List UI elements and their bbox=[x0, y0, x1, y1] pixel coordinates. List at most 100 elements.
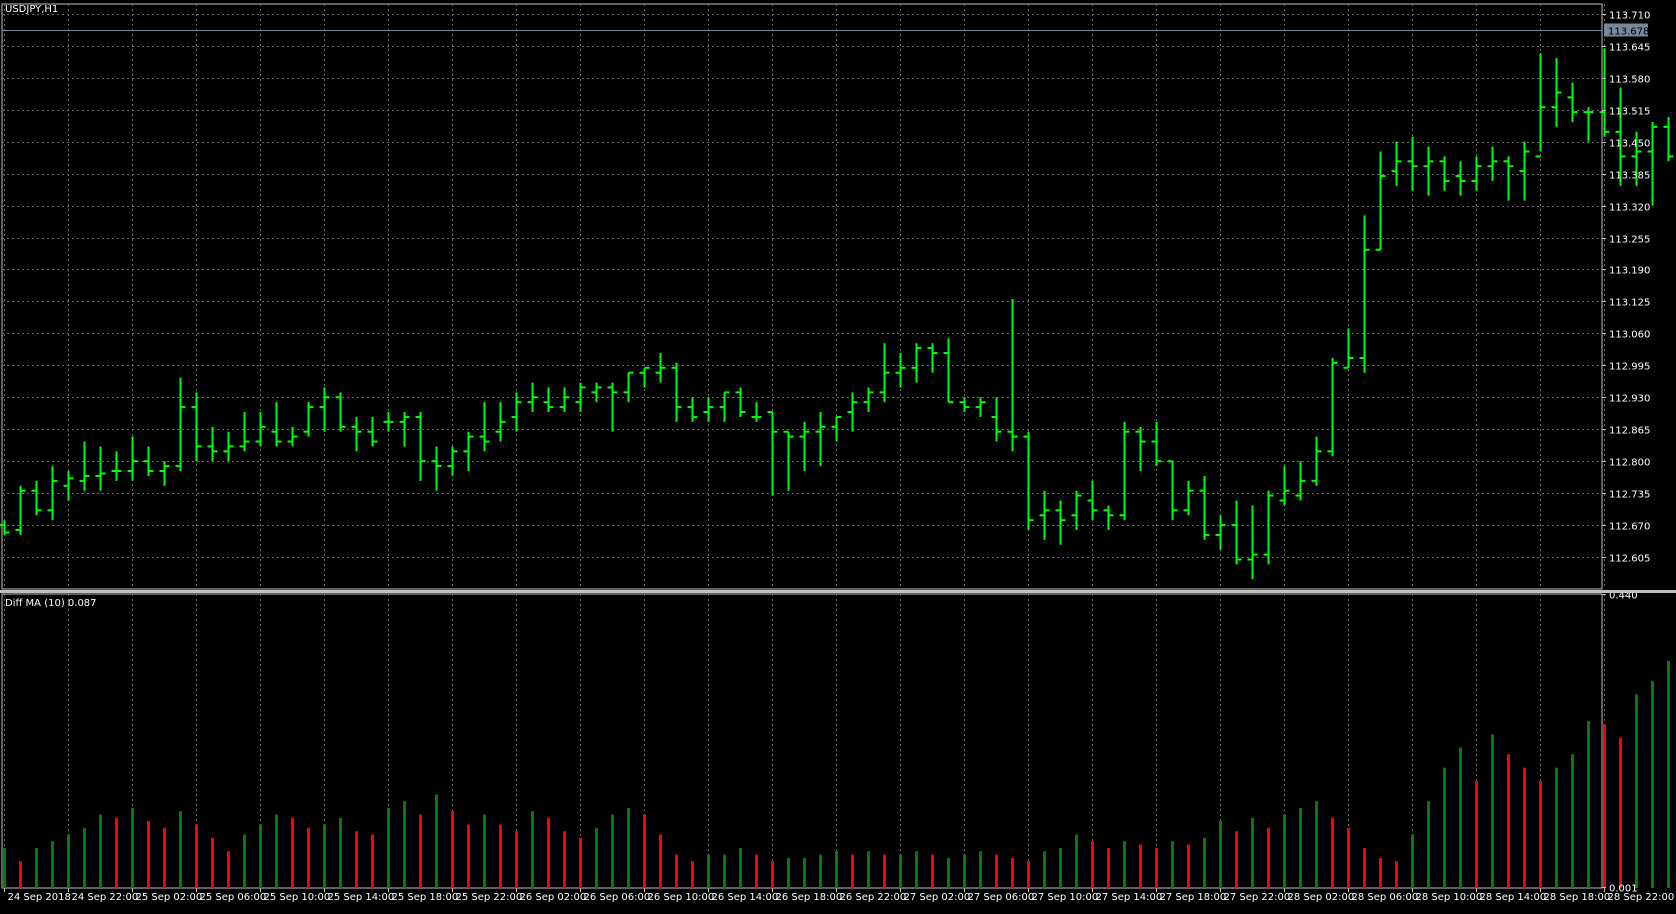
ohlc-bar[interactable] bbox=[336, 392, 346, 431]
ohlc-bar[interactable] bbox=[1200, 476, 1210, 540]
time-tick-label: 25 Sep 02:00 bbox=[136, 892, 203, 903]
ohlc-bar[interactable] bbox=[464, 432, 474, 471]
ohlc-bar[interactable] bbox=[1472, 156, 1482, 190]
ohlc-bar[interactable] bbox=[496, 402, 506, 441]
ohlc-bar[interactable] bbox=[368, 417, 378, 446]
price-tick-label: 113.450 bbox=[1609, 139, 1650, 150]
main-window-frame bbox=[2, 4, 1602, 589]
ohlc-bar[interactable] bbox=[704, 397, 714, 422]
chart-canvas[interactable]: 113.710113.645113.580113.515113.450113.3… bbox=[0, 0, 1676, 910]
ohlc-bar[interactable] bbox=[160, 461, 170, 486]
time-tick-label: 25 Sep 22:00 bbox=[456, 892, 523, 903]
ohlc-bar[interactable] bbox=[1488, 147, 1498, 181]
ohlc-bar[interactable] bbox=[1168, 461, 1178, 520]
ohlc-bar[interactable] bbox=[1344, 328, 1354, 367]
ohlc-bar[interactable] bbox=[1328, 358, 1338, 456]
ohlc-bar[interactable] bbox=[1440, 156, 1450, 190]
time-tick-label: 26 Sep 06:00 bbox=[584, 892, 651, 903]
ohlc-bar[interactable] bbox=[1040, 491, 1050, 540]
ohlc-bar[interactable] bbox=[592, 383, 602, 403]
ohlc-bar[interactable] bbox=[976, 397, 986, 417]
price-axis[interactable]: 113.710113.645113.580113.515113.450113.3… bbox=[1602, 11, 1650, 895]
ohlc-bar[interactable] bbox=[544, 387, 554, 412]
ohlc-bar[interactable] bbox=[1520, 142, 1530, 201]
ohlc-bar[interactable] bbox=[1104, 505, 1114, 530]
ohlc-bar[interactable] bbox=[1232, 501, 1242, 565]
ohlc-bar[interactable] bbox=[1424, 147, 1434, 196]
ohlc-bar[interactable] bbox=[416, 412, 426, 481]
ohlc-bar[interactable] bbox=[96, 446, 106, 490]
ohlc-bar[interactable] bbox=[1376, 151, 1386, 249]
ohlc-bar[interactable] bbox=[1056, 501, 1066, 545]
ohlc-bar[interactable] bbox=[1296, 461, 1306, 500]
ohlc-bar[interactable] bbox=[64, 471, 74, 500]
ohlc-bar[interactable] bbox=[32, 481, 42, 515]
ohlc-bar[interactable] bbox=[384, 412, 394, 432]
ohlc-bar[interactable] bbox=[224, 432, 234, 461]
ohlc-bar[interactable] bbox=[80, 442, 90, 491]
ohlc-bar[interactable] bbox=[816, 412, 826, 466]
ohlc-bar[interactable] bbox=[1648, 122, 1658, 206]
ohlc-bar[interactable] bbox=[736, 387, 746, 416]
ohlc-bar[interactable] bbox=[896, 353, 906, 387]
ohlc-bar[interactable] bbox=[208, 427, 218, 461]
ohlc-bar[interactable] bbox=[880, 343, 890, 402]
ohlc-bar[interactable] bbox=[112, 451, 122, 480]
ohlc-bar[interactable] bbox=[1248, 505, 1258, 579]
time-axis[interactable]: 24 Sep 201824 Sep 22:0025 Sep 02:0025 Se… bbox=[5, 888, 1675, 903]
ohlc-bar[interactable] bbox=[1456, 161, 1466, 195]
ohlc-bar[interactable] bbox=[192, 392, 202, 461]
ohlc-bar[interactable] bbox=[320, 387, 330, 431]
ohlc-bar[interactable] bbox=[512, 392, 522, 431]
ohlc-bar[interactable] bbox=[928, 343, 938, 372]
ohlc-bar[interactable] bbox=[944, 338, 954, 402]
ohlc-bar[interactable] bbox=[720, 392, 730, 421]
ohlc-bar[interactable] bbox=[768, 412, 778, 496]
ohlc-bar[interactable] bbox=[176, 378, 186, 471]
histogram-bars[interactable] bbox=[5, 614, 1676, 888]
ohlc-bar[interactable] bbox=[960, 397, 970, 412]
ohlc-bar[interactable] bbox=[912, 343, 922, 382]
price-bars[interactable] bbox=[0, 4, 1676, 579]
ohlc-bar[interactable] bbox=[992, 397, 1002, 441]
ohlc-bar[interactable] bbox=[1120, 422, 1130, 520]
ohlc-bar[interactable] bbox=[752, 402, 762, 422]
ohlc-bar[interactable] bbox=[432, 446, 442, 490]
ohlc-bar[interactable] bbox=[128, 437, 138, 481]
ohlc-bar[interactable] bbox=[1264, 491, 1274, 565]
ohlc-bar[interactable] bbox=[1072, 491, 1082, 530]
ohlc-bar[interactable] bbox=[656, 353, 666, 382]
indicator-window-frame bbox=[2, 594, 1602, 888]
ohlc-bar[interactable] bbox=[1136, 427, 1146, 471]
ohlc-bar[interactable] bbox=[272, 402, 282, 446]
ohlc-bar[interactable] bbox=[1008, 299, 1018, 451]
ohlc-bar[interactable] bbox=[1584, 107, 1594, 141]
ohlc-bar[interactable] bbox=[1536, 53, 1546, 156]
ohlc-bar[interactable] bbox=[1664, 117, 1674, 161]
ohlc-bar[interactable] bbox=[240, 412, 250, 451]
ohlc-bar[interactable] bbox=[1216, 515, 1226, 549]
ohlc-bar[interactable] bbox=[1552, 58, 1562, 127]
ohlc-bar[interactable] bbox=[1088, 481, 1098, 520]
ohlc-bar[interactable] bbox=[608, 383, 618, 432]
ohlc-bar[interactable] bbox=[1408, 137, 1418, 191]
ohlc-bar[interactable] bbox=[688, 397, 698, 422]
ohlc-bar[interactable] bbox=[1152, 422, 1162, 466]
ohlc-bar[interactable] bbox=[672, 363, 682, 422]
ohlc-bar[interactable] bbox=[1568, 83, 1578, 122]
ohlc-bar[interactable] bbox=[1024, 432, 1034, 530]
ohlc-bar[interactable] bbox=[1184, 481, 1194, 515]
ohlc-bar[interactable] bbox=[0, 520, 10, 535]
chart-window[interactable]: 113.710113.645113.580113.515113.450113.3… bbox=[0, 0, 1676, 910]
ohlc-bar[interactable] bbox=[352, 417, 362, 451]
ohlc-bar[interactable] bbox=[640, 368, 650, 388]
ohlc-bar[interactable] bbox=[864, 387, 874, 412]
ohlc-bar[interactable] bbox=[1504, 156, 1514, 200]
ohlc-bar[interactable] bbox=[1280, 466, 1290, 505]
ohlc-bar[interactable] bbox=[1392, 142, 1402, 186]
ohlc-bar[interactable] bbox=[480, 402, 490, 451]
ohlc-bar[interactable] bbox=[304, 402, 314, 436]
ohlc-bar[interactable] bbox=[848, 392, 858, 431]
ohlc-bar[interactable] bbox=[1600, 48, 1610, 136]
ohlc-bar[interactable] bbox=[560, 387, 570, 412]
